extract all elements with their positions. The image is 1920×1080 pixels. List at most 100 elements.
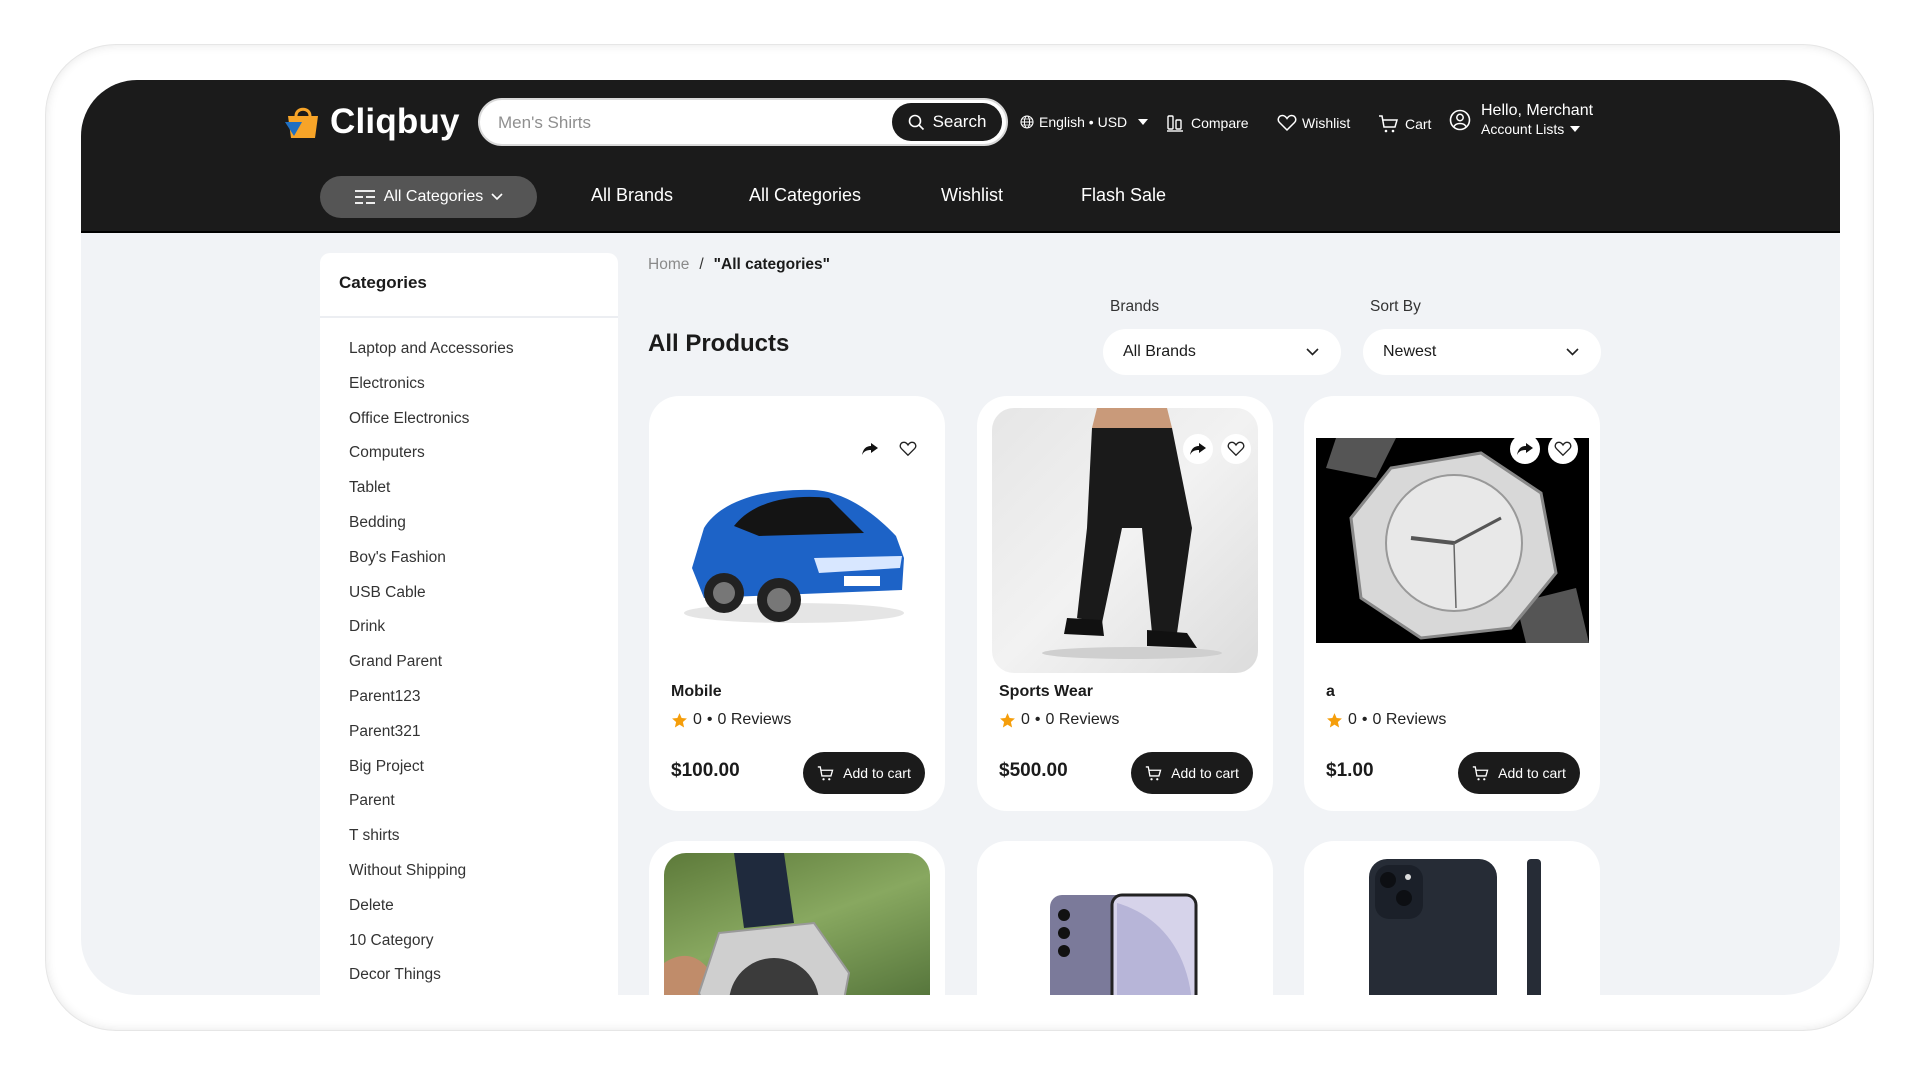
category-item[interactable]: Parent123 [349, 680, 618, 715]
compare-link[interactable]: Compare [1166, 114, 1249, 132]
category-item[interactable]: Decor Things [349, 958, 618, 993]
browser-screen: Cliqbuy Search English • USD Compare Wis… [81, 80, 1840, 995]
category-item[interactable]: Big Project [349, 750, 618, 785]
add-to-wishlist-button[interactable] [1221, 434, 1251, 464]
share-arrow-icon [1517, 443, 1533, 455]
sort-by-select[interactable]: Newest [1363, 329, 1601, 375]
add-to-wishlist-button[interactable] [1548, 434, 1578, 464]
product-card[interactable] [977, 841, 1273, 995]
shopping-bag-logo-icon [285, 107, 318, 138]
category-item[interactable]: Laptop and Accessories [349, 332, 618, 367]
account-menu[interactable]: Hello, Merchant Account Lists [1449, 102, 1593, 138]
sort-by-label: Sort By [1370, 298, 1421, 315]
nav-all-brands[interactable]: All Brands [591, 185, 673, 206]
brands-select[interactable]: All Brands [1103, 329, 1341, 375]
product-price: $500.00 [999, 760, 1068, 781]
share-button[interactable] [855, 434, 885, 464]
caret-down-icon [1138, 119, 1149, 125]
wishlist-label: Wishlist [1302, 115, 1351, 131]
wristwatch-in-hand-image [664, 853, 851, 995]
compare-icon [1167, 115, 1183, 132]
product-card[interactable] [1304, 841, 1600, 995]
product-image[interactable] [1319, 853, 1585, 995]
search-button[interactable]: Search [892, 103, 1002, 141]
search-bar: Search [478, 98, 1008, 146]
chevron-down-icon [491, 193, 503, 201]
category-item[interactable]: Boy's Fashion [349, 541, 618, 576]
top-header: Cliqbuy Search English • USD Compare Wis… [81, 80, 1840, 233]
category-item[interactable]: Parent321 [349, 715, 618, 750]
category-item[interactable]: T shirts [349, 819, 618, 854]
category-item[interactable]: Bedding [349, 506, 618, 541]
product-image[interactable] [1316, 438, 1589, 643]
search-icon [908, 114, 924, 130]
product-name[interactable]: Sports Wear [999, 683, 1093, 701]
logo[interactable]: Cliqbuy [284, 102, 460, 142]
product-card[interactable] [649, 841, 945, 995]
user-circle-icon [1449, 109, 1471, 131]
rating-dot: • [1034, 711, 1041, 728]
brand-name: Cliqbuy [330, 102, 460, 141]
rating-value: 0 [1021, 711, 1030, 728]
rating-dot: • [706, 711, 713, 728]
product-card[interactable]: Mobile 0 • 0 Reviews $100.00 Add to cart [649, 396, 945, 811]
chevron-down-icon [1566, 348, 1579, 356]
brands-select-value: All Brands [1123, 343, 1196, 360]
add-to-cart-button[interactable]: Add to cart [803, 752, 925, 794]
language-currency-label: English • USD [1039, 114, 1128, 130]
breadcrumb: Home / "All categories" [648, 256, 830, 274]
product-name[interactable]: a [1326, 683, 1335, 701]
search-button-label: Search [932, 112, 987, 131]
product-image[interactable] [992, 853, 1258, 995]
review-count: 0 Reviews [1045, 711, 1120, 728]
add-to-wishlist-button[interactable] [893, 434, 923, 464]
purple-galaxy-s24-phone-image [1050, 893, 1198, 995]
card-actions [855, 434, 923, 464]
star-icon [672, 712, 687, 727]
category-item[interactable]: Tablet [349, 471, 618, 506]
breadcrumb-home[interactable]: Home [648, 256, 689, 274]
share-button[interactable] [1183, 434, 1213, 464]
wishlist-link[interactable]: Wishlist [1277, 114, 1350, 132]
cart-link[interactable]: Cart [1378, 114, 1431, 134]
chevron-down-icon [1306, 348, 1319, 356]
category-item[interactable]: Drink [349, 610, 618, 645]
category-item[interactable]: Grand Parent [349, 645, 618, 680]
add-to-cart-button[interactable]: Add to cart [1458, 752, 1580, 794]
star-icon [1327, 712, 1342, 727]
product-price: $100.00 [671, 760, 740, 781]
greeting-text: Hello, Merchant [1481, 102, 1594, 119]
category-item[interactable]: Office Electronics [349, 402, 618, 437]
all-categories-dropdown[interactable]: All Categories [320, 176, 537, 218]
language-currency-selector[interactable]: English • USD [1020, 114, 1149, 130]
product-card[interactable]: a 0 • 0 Reviews $1.00 Add to cart [1304, 396, 1600, 811]
cart-icon [1145, 765, 1162, 780]
add-to-cart-label: Add to cart [1498, 765, 1566, 781]
category-item[interactable]: 10 Category [349, 924, 618, 959]
share-button[interactable] [1510, 434, 1540, 464]
add-to-cart-label: Add to cart [843, 765, 911, 781]
category-item[interactable]: USB Cable [349, 576, 618, 611]
heart-icon [899, 441, 917, 457]
category-item[interactable]: Delete [349, 889, 618, 924]
nav-wishlist[interactable]: Wishlist [941, 185, 1003, 206]
category-item[interactable]: Computers [349, 436, 618, 471]
all-categories-label: All Categories [383, 188, 484, 205]
heart-icon [1554, 441, 1572, 457]
categories-title: Categories [320, 253, 618, 318]
product-card[interactable]: Sports Wear 0 • 0 Reviews $500.00 Add to… [977, 396, 1273, 811]
sort-by-value: Newest [1383, 343, 1437, 360]
categories-panel: Categories Laptop and Accessories Electr… [320, 253, 618, 995]
category-item[interactable]: Without Shipping [349, 854, 618, 889]
product-name[interactable]: Mobile [671, 683, 722, 701]
product-image[interactable] [664, 853, 930, 995]
nav-all-categories[interactable]: All Categories [749, 185, 861, 206]
brands-filter-label: Brands [1110, 298, 1160, 315]
category-item[interactable]: Parent [349, 784, 618, 819]
category-item[interactable]: Electronics [349, 367, 618, 402]
add-to-cart-button[interactable]: Add to cart [1131, 752, 1253, 794]
search-input[interactable] [498, 110, 878, 136]
breadcrumb-current: "All categories" [713, 256, 831, 273]
nav-flash-sale[interactable]: Flash Sale [1081, 185, 1166, 206]
cart-icon [1379, 115, 1398, 133]
